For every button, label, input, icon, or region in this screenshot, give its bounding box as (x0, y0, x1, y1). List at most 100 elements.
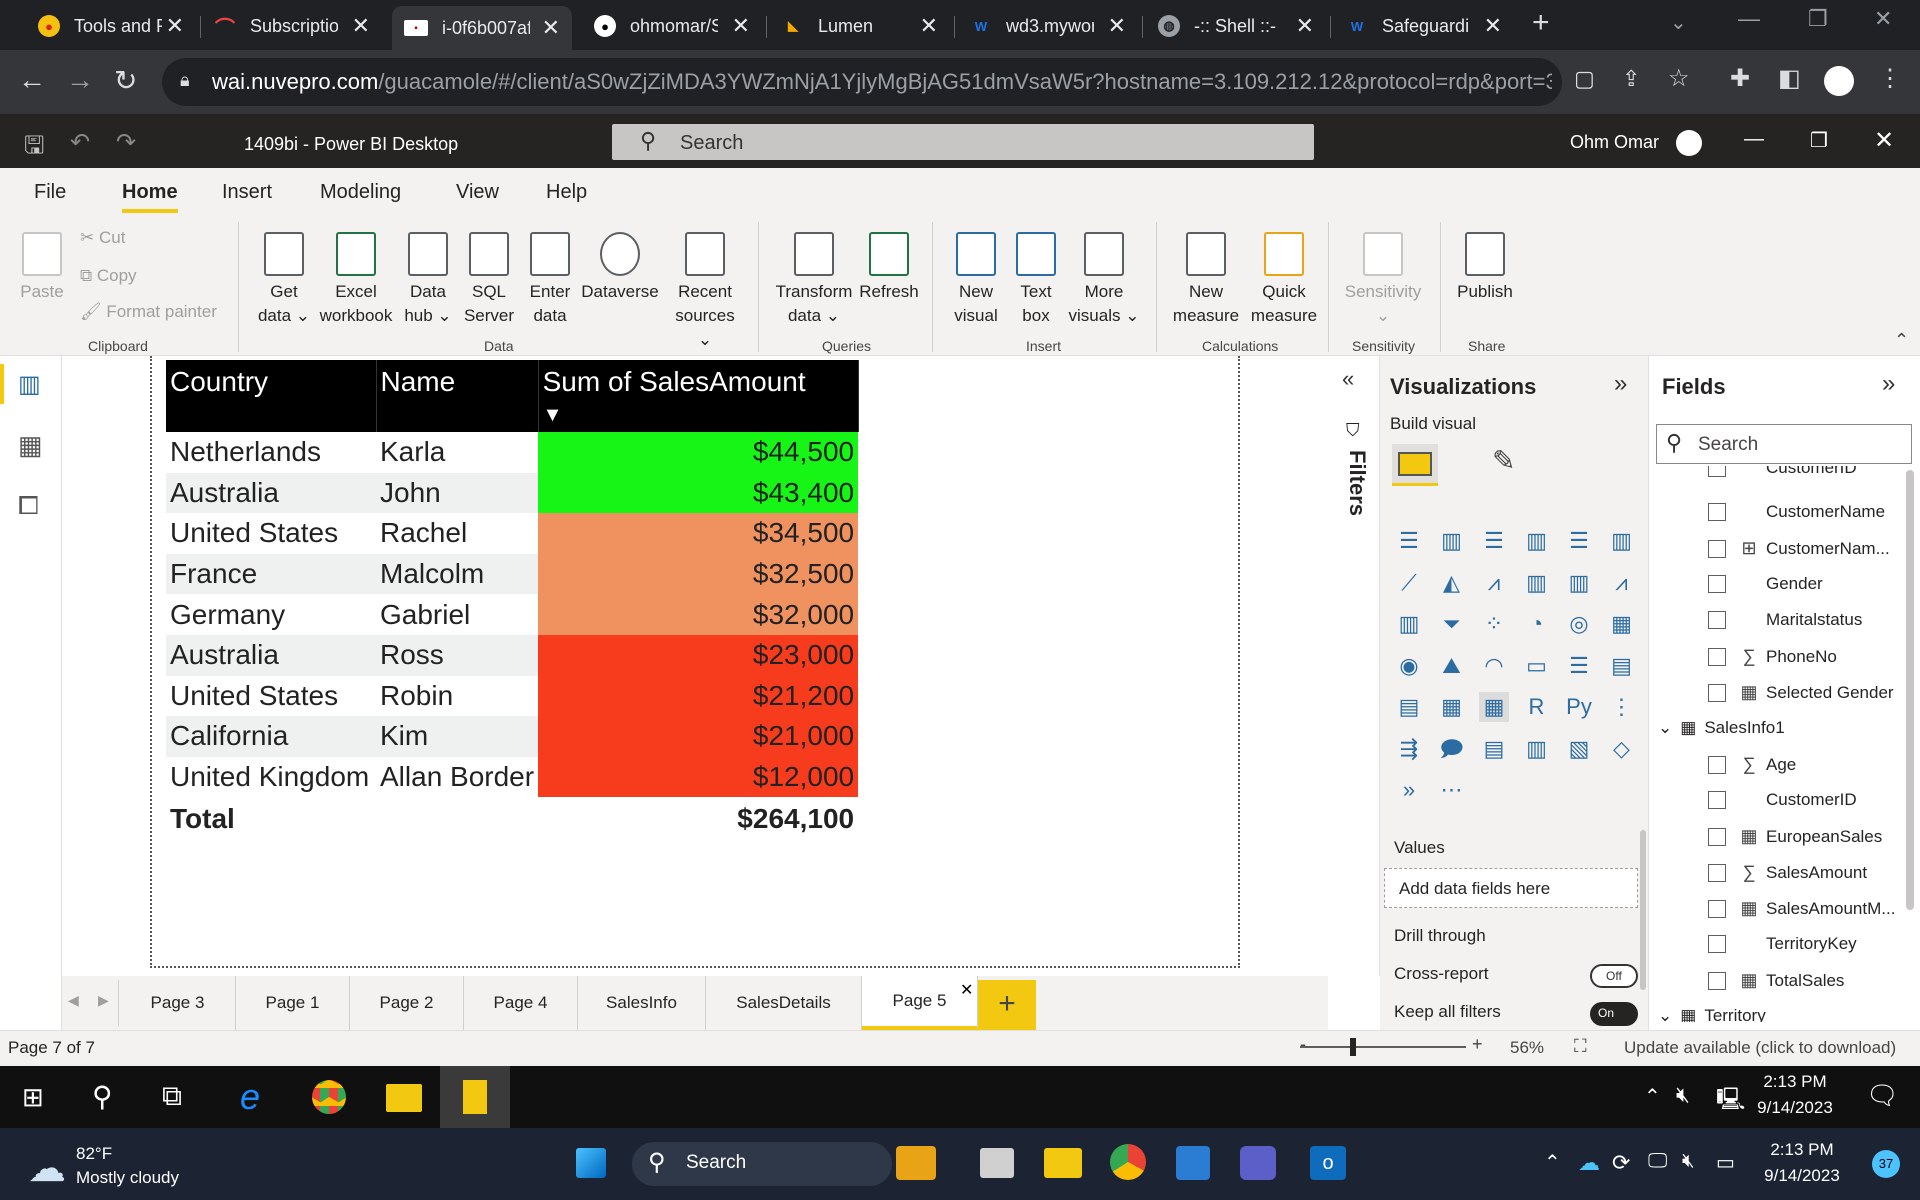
get-data-button[interactable]: Get data ⌄ (256, 232, 312, 328)
model-view-icon[interactable]: ⧠ (18, 490, 39, 522)
chevron-up-icon[interactable]: ⌃ (1644, 1084, 1661, 1109)
page-tab[interactable]: SalesDetails (706, 976, 862, 1030)
field-checkbox[interactable] (1708, 539, 1726, 558)
screen-share-icon[interactable]: ▢ (1574, 66, 1595, 92)
back-icon[interactable]: ← (18, 64, 46, 96)
sync-icon[interactable]: ⟳ (1612, 1150, 1630, 1176)
field-checkbox[interactable] (1708, 575, 1726, 593)
excel-workbook-button[interactable]: Excel workbook (314, 232, 398, 328)
card-icon[interactable]: ▭ (1522, 651, 1552, 681)
multirow-card-icon[interactable]: ☰ (1564, 651, 1594, 681)
copy-button[interactable]: ⧉ Copy (80, 266, 137, 286)
sql-server-button[interactable]: SQL Server (460, 232, 518, 328)
clustered-bar-icon[interactable]: ☰ (1479, 526, 1509, 556)
data-view-icon[interactable]: ▦ (18, 430, 43, 461)
format-painter-button[interactable]: 🖌︎ Format painter (80, 302, 217, 322)
header-sum-sales[interactable]: Sum of SalesAmount ▼ (538, 360, 859, 432)
page-tab[interactable]: Page 1 (236, 976, 350, 1030)
qa-icon[interactable]: 🗩 (1437, 734, 1467, 764)
narrative-icon[interactable]: ▤ (1479, 734, 1509, 764)
clock[interactable]: 2:13 PM 9/14/2023 (1750, 1072, 1840, 1118)
slicer-icon[interactable]: ▤ (1394, 692, 1424, 722)
publish-button[interactable]: Publish (1450, 232, 1520, 304)
zoom-slider[interactable] (1300, 1046, 1466, 1048)
teams-icon[interactable] (1240, 1146, 1276, 1180)
100-column-icon[interactable]: ▥ (1607, 526, 1637, 556)
sidepanel-icon[interactable]: ◧ (1778, 64, 1801, 93)
table-row[interactable]: United Kingdom Allan Border $12,000 (166, 756, 859, 798)
save-icon[interactable]: 🖫︎ (24, 128, 44, 169)
close-icon[interactable]: ✕ (352, 13, 370, 39)
close-icon[interactable]: ✕ (920, 13, 938, 39)
filled-map-icon[interactable]: ⛰ (1437, 651, 1467, 681)
gauge-icon[interactable]: ◠ (1479, 651, 1509, 681)
battery-icon[interactable]: ▭ (1716, 1150, 1735, 1175)
minimize-icon[interactable]: — (1738, 6, 1760, 32)
zoom-slider-thumb[interactable] (1350, 1038, 1356, 1056)
field-item[interactable]: ∑ Age (1708, 754, 1796, 775)
extensions-icon[interactable]: ✚ (1730, 64, 1750, 93)
browser-tab[interactable]: ◣ Lumen ✕ (770, 8, 950, 44)
notifications-icon[interactable]: 🗨︎ (1866, 1080, 1899, 1111)
power-apps-icon[interactable]: ▧ (1564, 734, 1594, 764)
table-row[interactable]: Germany Gabriel $32,000 (166, 594, 859, 635)
chrome-icon[interactable] (312, 1080, 346, 1114)
field-checkbox[interactable] (1708, 899, 1726, 918)
page-tab[interactable]: Page 4 (464, 976, 578, 1030)
table-row[interactable]: United States Robin $21,200 (166, 675, 859, 717)
close-icon[interactable]: ✕ (1108, 13, 1126, 39)
browser-tab[interactable]: ⌒ Subscriptio ✕ (202, 8, 382, 44)
field-item[interactable]: ▦ Selected Gender (1708, 682, 1894, 703)
windows-start-icon[interactable]: ⊞ (22, 1082, 44, 1113)
scatter-icon[interactable]: ⁘ (1479, 609, 1509, 639)
zoom-out-icon[interactable]: - (1300, 1034, 1306, 1055)
table-node[interactable]: ⌄ ▦ SalesInfo1 (1658, 718, 1785, 738)
redo-icon[interactable]: ↷ (116, 128, 136, 157)
field-item[interactable]: ⊞ CustomerNam... (1708, 538, 1890, 559)
table-icon[interactable]: ▦ (1437, 692, 1467, 722)
collapse-right-icon[interactable]: » (1614, 370, 1627, 398)
field-item[interactable]: Maritalstatus (1708, 610, 1862, 630)
new-visual-button[interactable]: New visual (946, 232, 1006, 328)
keep-filters-toggle[interactable]: On (1590, 1002, 1638, 1026)
field-item[interactable]: ▦ TotalSales (1708, 970, 1844, 991)
field-checkbox[interactable] (1708, 755, 1726, 774)
table-row[interactable]: California Kim $21,000 (166, 716, 859, 757)
field-checkbox[interactable] (1708, 971, 1726, 990)
store-icon[interactable] (1176, 1146, 1210, 1180)
page-tab[interactable]: SalesInfo (578, 976, 706, 1030)
field-item[interactable]: CustomerName (1708, 502, 1885, 522)
tab-view[interactable]: View (456, 181, 499, 204)
collapse-right-icon[interactable]: » (1882, 370, 1895, 398)
browser-tab[interactable]: Wwd3.mywor ✕ (958, 8, 1138, 44)
page-tab[interactable]: Page 3 (120, 976, 236, 1030)
paginated-icon[interactable]: ▥ (1522, 734, 1552, 764)
star-icon[interactable]: ☆ (1668, 64, 1690, 93)
onedrive-icon[interactable]: ☁ (1578, 1150, 1600, 1176)
power-automate-icon[interactable]: ◇ (1607, 734, 1637, 764)
waterfall-icon[interactable]: ▥ (1394, 609, 1424, 639)
pie-icon[interactable]: ◔ (1522, 609, 1552, 639)
network-icon[interactable]: 🖳 (1716, 1082, 1745, 1120)
enter-data-button[interactable]: Enter data (522, 232, 578, 328)
build-visual-tab[interactable] (1392, 444, 1438, 486)
matrix-icon[interactable]: ▦ (1479, 692, 1509, 722)
table-row[interactable]: United States Rachel $34,500 (166, 513, 859, 554)
values-drop-zone[interactable]: Add data fields here (1384, 868, 1638, 908)
close-icon[interactable]: ✕ (1484, 13, 1502, 39)
area-chart-icon[interactable]: ◭ (1437, 568, 1467, 598)
map-icon[interactable]: ◉ (1394, 651, 1424, 681)
close-icon[interactable]: ✕ (542, 15, 560, 41)
table-row[interactable]: Netherlands Karla $44,500 (166, 432, 859, 473)
tab-home[interactable]: Home (122, 181, 178, 204)
refresh-button[interactable]: Refresh (858, 232, 920, 304)
line-chart-icon[interactable]: ⟋ (1394, 568, 1424, 598)
close-icon[interactable]: ✕ (1296, 13, 1314, 39)
chevron-up-icon[interactable]: ⌃ (1544, 1150, 1561, 1175)
clustered-column-icon[interactable]: ▥ (1522, 526, 1552, 556)
treemap-icon[interactable]: ▦ (1607, 609, 1637, 639)
field-checkbox[interactable] (1708, 683, 1726, 702)
volume-muted-icon[interactable]: 🔇︎ (1676, 1082, 1690, 1108)
volume-muted-icon[interactable]: 🔇︎ (1682, 1150, 1695, 1173)
smart-narrative-icon[interactable]: » (1394, 775, 1424, 805)
